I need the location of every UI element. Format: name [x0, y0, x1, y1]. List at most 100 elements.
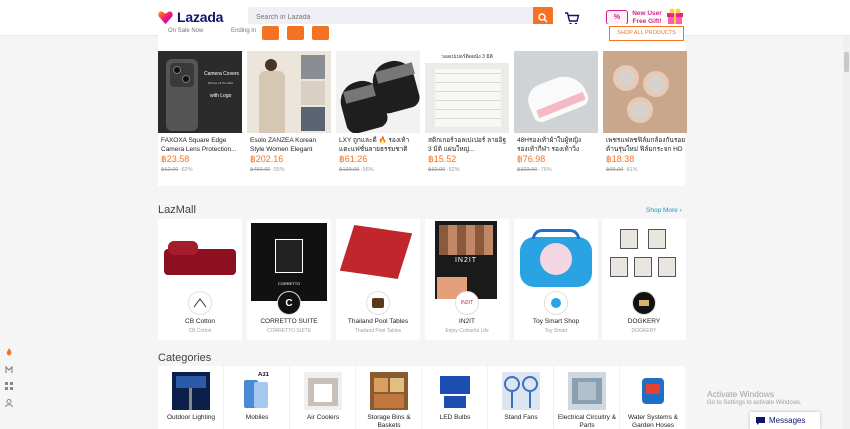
timer-hours — [262, 26, 279, 40]
store-name: IN2IT — [459, 318, 475, 325]
logo-text: Lazada — [177, 9, 224, 25]
category-image — [172, 372, 210, 410]
shop-all-products-button[interactable]: SHOP ALL PRODUCTS — [609, 26, 684, 41]
product-price: ฿18.38 — [606, 154, 635, 164]
category-label: Electrical Circuitry & Parts — [557, 414, 617, 429]
flash-sale-item[interactable]: Camera Covers iPhone 11 Pro Max with Log… — [158, 51, 242, 201]
flash-sale-item[interactable]: LXY ถูกและดี 🔥 รองเท้าแตะแฟชั่นลายธรรมชา… — [336, 51, 420, 201]
store-image — [158, 219, 242, 301]
category-tile[interactable]: Outdoor Lighting — [158, 366, 224, 429]
flash-sale-header: On Sale Now Ending in SHOP ALL PRODUCTS — [158, 24, 685, 44]
lazmall-title: LazMall — [158, 204, 196, 216]
messages-button[interactable]: Messages — [750, 412, 820, 429]
lazmall-store-card[interactable]: Thailand Pool Tables Thailand Pool Table… — [336, 219, 420, 340]
category-label: Air Coolers — [306, 414, 340, 421]
product-price: ฿202.16 — [250, 154, 284, 164]
search-icon — [538, 12, 548, 22]
product-price: ฿23.58 — [161, 154, 190, 164]
store-name: CB Cotton — [185, 318, 215, 325]
lazmall-store-card[interactable]: IN2IT IN2IT IN2IT Enjoy Colourful Life — [425, 219, 509, 340]
scrollbar-track[interactable] — [843, 36, 850, 429]
store-tagline: CB Cotton — [188, 328, 212, 334]
categories-strip: Outdoor Lighting A31 Mobiles Air Coolers… — [158, 366, 685, 429]
ending-in-label: Ending in — [231, 28, 257, 34]
store-tagline: CORRETTO SUITE — [266, 328, 312, 334]
category-image — [634, 372, 672, 410]
lazada-logo[interactable]: Lazada — [158, 9, 223, 25]
product-price: ฿76.98 — [517, 154, 546, 164]
category-image — [436, 372, 474, 410]
store-name: Toy Smart Shop — [532, 318, 580, 325]
store-image — [602, 219, 686, 301]
category-label: Mobiles — [245, 414, 269, 421]
category-tile[interactable]: A31 Mobiles — [224, 366, 290, 429]
product-old-price: ฿99.00 -81% — [606, 167, 638, 173]
category-image — [502, 372, 540, 410]
grid-icon[interactable] — [5, 382, 13, 390]
category-tile[interactable]: Air Coolers — [290, 366, 356, 429]
store-tagline: Enjoy Colourful Life — [445, 328, 489, 334]
product-name: 48Hรองเท้าผ้าใบผู้หญิง รองเท้ากีฬา รองเท… — [517, 137, 582, 153]
flash-sale-item[interactable]: 48Hรองเท้าผ้าใบผู้หญิง รองเท้ากีฬา รองเท… — [514, 51, 598, 201]
lazmall-store-card[interactable]: Toy Smart Shop Toy Smart — [514, 219, 598, 340]
timer-seconds — [312, 26, 329, 40]
product-image — [336, 51, 420, 133]
image-caption-small: iPhone 11 Pro Max — [208, 81, 234, 85]
category-image — [304, 372, 342, 410]
product-name: สติกเกอร์วอลเปเปอร์ ลายอิฐ 3 มิติ แผ่นให… — [428, 137, 507, 153]
product-image — [247, 51, 331, 133]
store-logo — [632, 291, 656, 315]
flash-sale-item[interactable]: วอลเปเปอร์ติดผนัง 3 มิติ สติกเกอร์วอลเปเ… — [425, 51, 509, 201]
product-price: ฿15.52 — [428, 154, 457, 164]
flash-sale-panel: On Sale Now Ending in SHOP ALL PRODUCTS … — [158, 24, 687, 186]
image-caption: IN2IT — [454, 257, 478, 264]
store-image: CORRETTO — [247, 219, 331, 301]
lazmall-icon[interactable] — [5, 366, 13, 374]
categories-title: Categories — [158, 352, 212, 364]
product-price: ฿61.26 — [339, 154, 368, 164]
on-sale-label: On Sale Now — [168, 28, 204, 34]
category-tile[interactable]: Water Systems & Garden Hoses — [620, 366, 686, 429]
lazmall-store-card[interactable]: CORRETTO C CORRETTO SUITE CORRETTO SUITE — [247, 219, 331, 340]
lazada-heart-icon — [158, 10, 173, 24]
store-name: CORRETTO SUITE — [260, 318, 318, 325]
user-icon[interactable] — [5, 399, 13, 407]
store-name: Thailand Pool Tables — [347, 318, 409, 325]
store-tagline: Thailand Pool Tables — [354, 328, 402, 334]
category-image — [568, 372, 606, 410]
image-caption: with Logo — [210, 93, 232, 99]
flash-sale-item[interactable]: เพชรแฟลชฟิล์มกล้องกันรอยด้านรุ่นใหม่ ฟิล… — [603, 51, 687, 201]
product-old-price: ฿139.00 -56% — [339, 167, 374, 173]
product-old-price: ฿32.00 -52% — [428, 167, 460, 173]
windows-activation-title: Activate Windows — [707, 389, 775, 399]
category-image: A31 — [238, 372, 276, 410]
store-name: DOGKERY — [627, 318, 661, 325]
scrollbar-thumb[interactable] — [844, 52, 849, 72]
store-image: IN2IT — [425, 219, 509, 301]
promo-line-1: New User — [632, 10, 662, 17]
lazmall-store-card[interactable]: DOGKERY DOGKERY — [602, 219, 686, 340]
product-old-price: ฿62.00 -62% — [161, 167, 193, 173]
store-logo — [366, 291, 390, 315]
image-caption: Camera Covers — [204, 71, 240, 77]
category-tile[interactable]: Stand Fans — [488, 366, 554, 429]
shop-more-link[interactable]: Shop More › — [646, 207, 682, 214]
category-image — [370, 372, 408, 410]
product-name: FAXOXA Square Edge Camera Lens Protectio… — [161, 137, 237, 153]
category-tile[interactable]: Electrical Circuitry & Parts — [554, 366, 620, 429]
flame-icon[interactable] — [5, 348, 13, 356]
store-tagline: Toy Smart — [544, 328, 568, 334]
chat-bubble-icon — [756, 416, 765, 425]
store-logo: C — [277, 291, 301, 315]
product-name: Esolo ZANZEA Korean Style Women Elegant … — [250, 137, 317, 153]
category-tile[interactable]: Storage Bins & Baskets — [356, 366, 422, 429]
image-caption: A31 — [258, 372, 270, 378]
category-label: Water Systems & Garden Hoses — [628, 414, 678, 429]
lazmall-store-card[interactable]: CB Cotton CB Cotton — [158, 219, 242, 340]
flash-sale-item[interactable]: Esolo ZANZEA Korean Style Women Elegant … — [247, 51, 331, 201]
category-label: LED Bulbs — [439, 414, 471, 421]
windows-activation-subtitle: Go to Settings to activate Windows. — [707, 400, 802, 406]
category-label: Stand Fans — [504, 414, 538, 421]
store-logo — [544, 291, 568, 315]
category-tile[interactable]: LED Bulbs — [422, 366, 488, 429]
